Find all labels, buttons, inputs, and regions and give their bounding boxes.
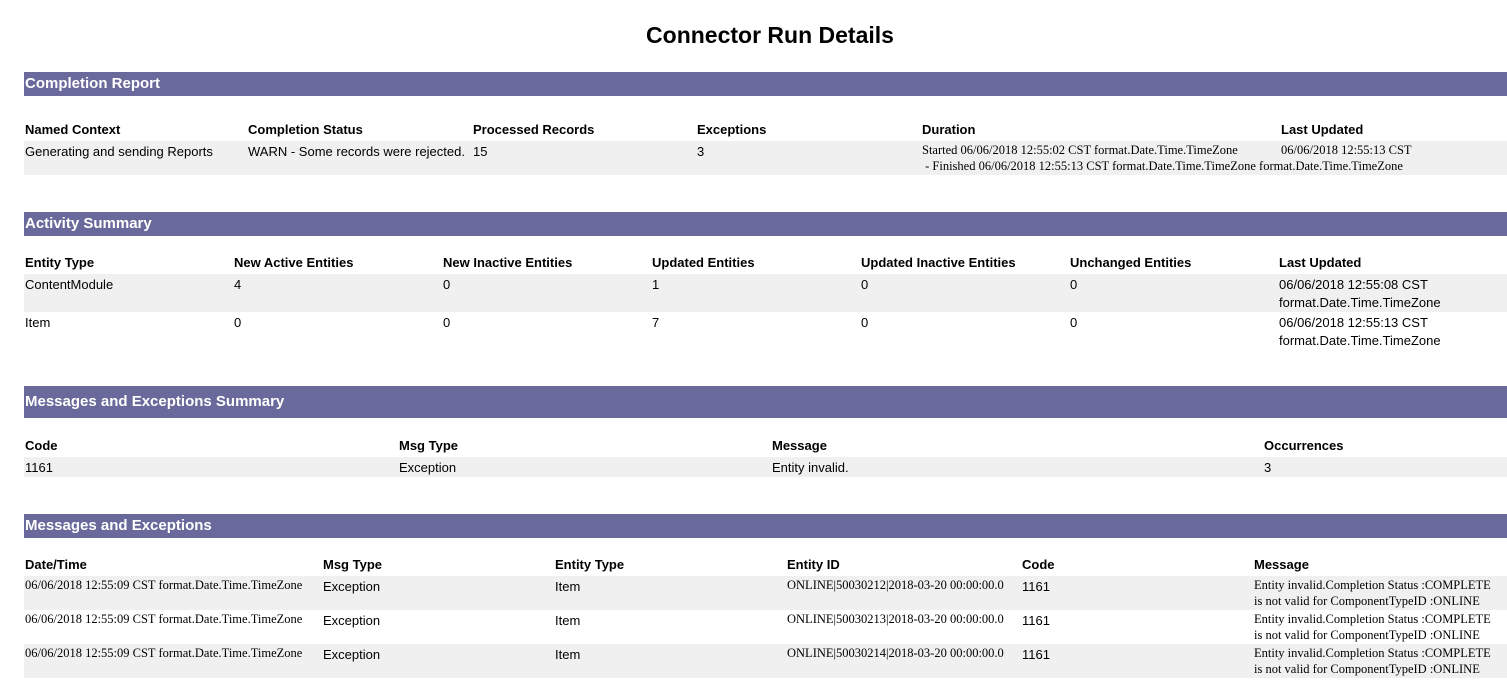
message-cell: Entity invalid.Completion Status :COMPLE… [1254, 612, 1491, 626]
column-header: New Inactive Entities [443, 255, 573, 270]
new-inactive-cell: 0 [443, 315, 451, 330]
column-header: Unchanged Entities [1070, 255, 1192, 270]
column-header: Updated Entities [652, 255, 755, 270]
msg-type-cell: Exception [323, 579, 381, 594]
code-cell: 1161 [1022, 613, 1050, 628]
entity-type-cell: Item [555, 647, 581, 662]
new-inactive-cell: 0 [443, 277, 451, 292]
column-header: Entity Type [25, 255, 95, 270]
msg-type-cell: Exception [323, 647, 381, 662]
updated-cell: 7 [652, 315, 660, 330]
entity-type-cell: ContentModule [25, 277, 114, 292]
column-header: Msg Type [399, 438, 458, 453]
message-cell-continued: is not valid for ComponentTypeID :ONLINE [1254, 662, 1480, 676]
last-updated-cell: 06/06/2018 12:55:13 CST [1281, 143, 1412, 157]
table-row: 06/06/2018 12:55:09 CST format.Date.Time… [24, 576, 1507, 610]
column-header: Date/Time [25, 557, 87, 572]
column-header: Code [1022, 557, 1055, 572]
section-header-messages: Messages and Exceptions [24, 514, 1507, 538]
message-cell: Entity invalid.Completion Status :COMPLE… [1254, 646, 1491, 660]
updated-inactive-cell: 0 [861, 315, 869, 330]
entity-type-cell: Item [25, 315, 51, 330]
duration-finished: - Finished 06/06/2018 12:55:13 CST forma… [922, 159, 1403, 173]
exceptions-cell: 3 [697, 144, 705, 159]
datetime-cell: 06/06/2018 12:55:09 CST format.Date.Time… [25, 646, 303, 660]
occurrences-cell: 3 [1264, 460, 1272, 475]
named-context-cell: Generating and sending Reports [25, 144, 213, 159]
entity-id-cell: ONLINE|50030212|2018-03-20 00:00:00.0 [787, 578, 1004, 592]
new-active-cell: 0 [234, 315, 242, 330]
column-header: Code [25, 438, 58, 453]
updated-inactive-cell: 0 [861, 277, 869, 292]
msg-type-cell: Exception [399, 460, 457, 475]
column-header: Entity Type [555, 557, 625, 572]
unchanged-cell: 0 [1070, 277, 1078, 292]
column-header: Last Updated [1281, 122, 1364, 137]
column-header: Message [1254, 557, 1309, 572]
datetime-cell: 06/06/2018 12:55:09 CST format.Date.Time… [25, 612, 303, 626]
table-row: Item 0 0 7 0 0 06/06/2018 12:55:13 CST f… [24, 312, 1507, 350]
table-header-row: Entity Type New Active Entities New Inac… [24, 255, 1507, 275]
column-header: Updated Inactive Entities [861, 255, 1016, 270]
msg-type-cell: Exception [323, 613, 381, 628]
column-header: Exceptions [697, 122, 767, 137]
column-header: Named Context [25, 122, 121, 137]
datetime-cell: 06/06/2018 12:55:09 CST format.Date.Time… [25, 578, 303, 592]
message-cell: Entity invalid. [772, 460, 849, 475]
column-header: Completion Status [248, 122, 363, 137]
table-row: ContentModule 4 0 1 0 0 06/06/2018 12:55… [24, 274, 1507, 312]
table-row: 06/06/2018 12:55:09 CST format.Date.Time… [24, 610, 1507, 644]
table-header-row: Date/Time Msg Type Entity Type Entity ID… [24, 557, 1507, 577]
duration-started: Started 06/06/2018 12:55:02 CST format.D… [922, 143, 1238, 157]
column-header: Entity ID [787, 557, 840, 572]
column-header: Processed Records [473, 122, 595, 137]
completion-status-cell: WARN - Some records were rejected. [248, 144, 465, 159]
column-header: Occurrences [1264, 438, 1344, 453]
new-active-cell: 4 [234, 277, 242, 292]
column-header: Last Updated [1279, 255, 1362, 270]
code-cell: 1161 [1022, 647, 1050, 662]
entity-id-cell: ONLINE|50030213|2018-03-20 00:00:00.0 [787, 612, 1004, 626]
entity-type-cell: Item [555, 613, 581, 628]
last-updated-cell: 06/06/2018 12:55:08 CST [1279, 277, 1428, 292]
last-updated-cell: 06/06/2018 12:55:13 CST [1279, 315, 1428, 330]
unchanged-cell: 0 [1070, 315, 1078, 330]
message-cell: Entity invalid.Completion Status :COMPLE… [1254, 578, 1491, 592]
code-cell: 1161 [25, 460, 53, 475]
page-title: Connector Run Details [646, 22, 894, 48]
code-cell: 1161 [1022, 579, 1050, 594]
section-header-activity-summary: Activity Summary [24, 212, 1507, 236]
table-row: Generating and sending Reports WARN - So… [24, 141, 1507, 175]
updated-cell: 1 [652, 277, 660, 292]
section-header-completion-report: Completion Report [24, 72, 1507, 96]
message-cell-continued: is not valid for ComponentTypeID :ONLINE [1254, 594, 1480, 608]
table-row: 06/06/2018 12:55:09 CST format.Date.Time… [24, 644, 1507, 678]
column-header: Message [772, 438, 827, 453]
last-updated-timezone: format.Date.Time.TimeZone [1279, 333, 1441, 348]
entity-type-cell: Item [555, 579, 581, 594]
entity-id-cell: ONLINE|50030214|2018-03-20 00:00:00.0 [787, 646, 1004, 660]
column-header: New Active Entities [234, 255, 354, 270]
table-header-row: Code Msg Type Message Occurrences [24, 438, 1507, 458]
section-header-messages-summary: Messages and Exceptions Summary [24, 386, 1507, 418]
message-cell-continued: is not valid for ComponentTypeID :ONLINE [1254, 628, 1480, 642]
processed-records-cell: 15 [473, 144, 488, 159]
last-updated-timezone: format.Date.Time.TimeZone [1279, 295, 1441, 310]
table-row: 1161 Exception Entity invalid. 3 [24, 457, 1507, 477]
table-header-row: Named Context Completion Status Processe… [24, 122, 1507, 142]
column-header: Duration [922, 122, 976, 137]
column-header: Msg Type [323, 557, 382, 572]
